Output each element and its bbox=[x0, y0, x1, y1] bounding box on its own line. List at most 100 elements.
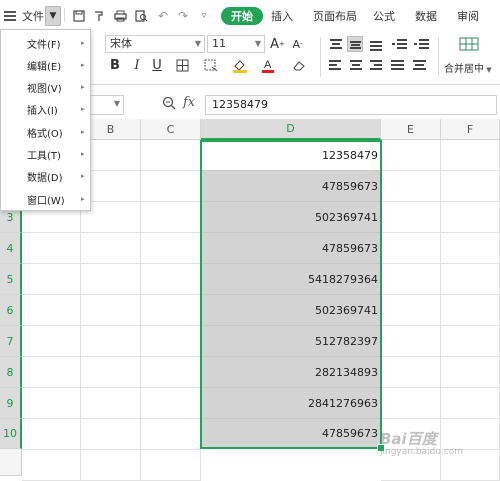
grid-cell[interactable] bbox=[441, 264, 500, 295]
cell-d9[interactable]: 2841276963 bbox=[201, 388, 381, 419]
grid-cell[interactable] bbox=[141, 264, 201, 295]
grid-cell[interactable] bbox=[81, 326, 141, 357]
grid-cell[interactable] bbox=[81, 264, 141, 295]
distributed-align-icon[interactable] bbox=[412, 57, 428, 73]
cell-d5[interactable]: 5418279364 bbox=[201, 264, 381, 295]
tab-formulas[interactable]: 公式 bbox=[368, 5, 400, 27]
tab-home[interactable]: 开始 bbox=[221, 7, 263, 25]
tab-review[interactable]: 审阅 bbox=[452, 5, 484, 27]
tab-data[interactable]: 数据 bbox=[410, 5, 442, 27]
cell-d7[interactable]: 512782397 bbox=[201, 326, 381, 357]
zoom-search-icon[interactable] bbox=[162, 96, 178, 112]
column-header-d[interactable]: D bbox=[201, 119, 381, 140]
menu-item-window[interactable]: 窗口(W) ▸ bbox=[1, 188, 90, 210]
insert-function-icon[interactable]: fx bbox=[183, 95, 195, 110]
increase-font-size-icon[interactable]: A + bbox=[270, 35, 285, 53]
tab-page-layout[interactable]: 页面布局 bbox=[308, 5, 362, 27]
grid-cell[interactable] bbox=[141, 202, 201, 233]
row-header-9[interactable]: 9 bbox=[0, 388, 22, 419]
print-icon[interactable] bbox=[112, 5, 128, 27]
grid-cell[interactable] bbox=[141, 326, 201, 357]
grid-cell[interactable] bbox=[22, 357, 81, 388]
grid-cell[interactable] bbox=[22, 264, 81, 295]
grid-cell[interactable] bbox=[381, 171, 441, 202]
cell-d8[interactable]: 282134893 bbox=[201, 357, 381, 388]
row-header-4[interactable]: 4 bbox=[0, 233, 22, 264]
italic-icon[interactable]: I bbox=[130, 56, 144, 74]
grid-cell[interactable] bbox=[81, 388, 141, 419]
grid-cell[interactable] bbox=[141, 295, 201, 326]
align-middle-icon[interactable] bbox=[347, 36, 363, 52]
grid-cell[interactable] bbox=[381, 233, 441, 264]
cell-d4[interactable]: 47859673 bbox=[201, 233, 381, 264]
menu-item-file[interactable]: 文件(F) ▸ bbox=[1, 32, 90, 54]
grid-cell[interactable] bbox=[141, 357, 201, 388]
grid-cell[interactable] bbox=[441, 171, 500, 202]
borders-icon[interactable] bbox=[172, 56, 192, 74]
name-box[interactable]: ▼ bbox=[86, 95, 124, 115]
menu-item-data[interactable]: 数据(D) ▸ bbox=[1, 165, 90, 187]
grid-cell[interactable] bbox=[441, 295, 500, 326]
fill-color-icon[interactable] bbox=[230, 56, 250, 74]
grid-cell[interactable] bbox=[22, 233, 81, 264]
file-dropdown-toggle[interactable]: ▼ bbox=[45, 6, 61, 26]
underline-icon[interactable]: U bbox=[150, 56, 164, 74]
row-header-6[interactable]: 6 bbox=[0, 295, 22, 326]
grid-cell[interactable] bbox=[22, 388, 81, 419]
row-header-10[interactable]: 10 bbox=[0, 419, 22, 449]
grid-cell[interactable] bbox=[441, 326, 500, 357]
formula-input[interactable]: 12358479 bbox=[205, 95, 497, 115]
merge-center-icon[interactable] bbox=[458, 35, 480, 53]
cell-d1[interactable]: 12358479 bbox=[201, 140, 381, 171]
grid-cell[interactable] bbox=[441, 140, 500, 171]
grid-cell[interactable] bbox=[381, 202, 441, 233]
font-name-select[interactable]: 宋体 ▼ bbox=[105, 35, 205, 53]
grid-cell[interactable] bbox=[81, 357, 141, 388]
tab-insert[interactable]: 插入 bbox=[266, 5, 298, 27]
font-size-select[interactable]: 11 ▼ bbox=[207, 35, 265, 53]
grid-cell[interactable] bbox=[81, 295, 141, 326]
grid-cell[interactable] bbox=[81, 450, 141, 481]
column-header-f[interactable]: F bbox=[441, 119, 500, 140]
grid-cell[interactable] bbox=[22, 419, 81, 450]
bold-icon[interactable]: B bbox=[108, 56, 122, 74]
grid-cell[interactable] bbox=[81, 233, 141, 264]
grid-cell[interactable] bbox=[441, 202, 500, 233]
print-preview-icon[interactable] bbox=[133, 5, 149, 27]
grid-cell[interactable] bbox=[141, 140, 201, 171]
cell-d2[interactable]: 47859673 bbox=[201, 171, 381, 202]
redo-icon[interactable]: ↷ bbox=[175, 5, 191, 27]
menu-item-tools[interactable]: 工具(T) ▸ bbox=[1, 143, 90, 165]
column-header-c[interactable]: C bbox=[141, 119, 201, 140]
align-top-icon[interactable] bbox=[328, 36, 344, 52]
grid-cell[interactable] bbox=[441, 357, 500, 388]
format-painter-icon[interactable] bbox=[91, 5, 107, 27]
align-left-icon[interactable] bbox=[328, 57, 344, 73]
grid-cell[interactable] bbox=[141, 388, 201, 419]
menu-item-format[interactable]: 格式(O) ▸ bbox=[1, 121, 90, 143]
grid-cell[interactable] bbox=[22, 295, 81, 326]
save-icon[interactable] bbox=[71, 5, 87, 27]
grid-cell[interactable] bbox=[141, 450, 201, 481]
align-bottom-icon[interactable] bbox=[368, 36, 384, 52]
menu-item-edit[interactable]: 编辑(E) ▸ bbox=[1, 54, 90, 76]
cell-d6[interactable]: 502369741 bbox=[201, 295, 381, 326]
hamburger-menu-icon[interactable] bbox=[4, 5, 18, 27]
row-header-5[interactable]: 5 bbox=[0, 264, 22, 295]
grid-cell[interactable] bbox=[141, 233, 201, 264]
cell-d3[interactable]: 502369741 bbox=[201, 202, 381, 233]
grid-cell[interactable] bbox=[381, 326, 441, 357]
grid-cell[interactable] bbox=[141, 171, 201, 202]
merge-center-button[interactable]: 合并居中 ▼ bbox=[444, 60, 492, 75]
grid-cell[interactable] bbox=[22, 326, 81, 357]
grid-cell[interactable] bbox=[22, 450, 81, 481]
customize-chevron-icon[interactable]: ▿ bbox=[196, 5, 212, 27]
row-header[interactable] bbox=[0, 449, 22, 476]
cell-style-icon[interactable] bbox=[200, 56, 222, 74]
column-header-e[interactable]: E bbox=[381, 119, 441, 140]
justify-icon[interactable] bbox=[390, 57, 406, 73]
grid-cell[interactable] bbox=[381, 264, 441, 295]
grid-cell[interactable] bbox=[141, 419, 201, 450]
grid-cell[interactable] bbox=[381, 388, 441, 419]
grid-cell[interactable] bbox=[81, 419, 141, 450]
